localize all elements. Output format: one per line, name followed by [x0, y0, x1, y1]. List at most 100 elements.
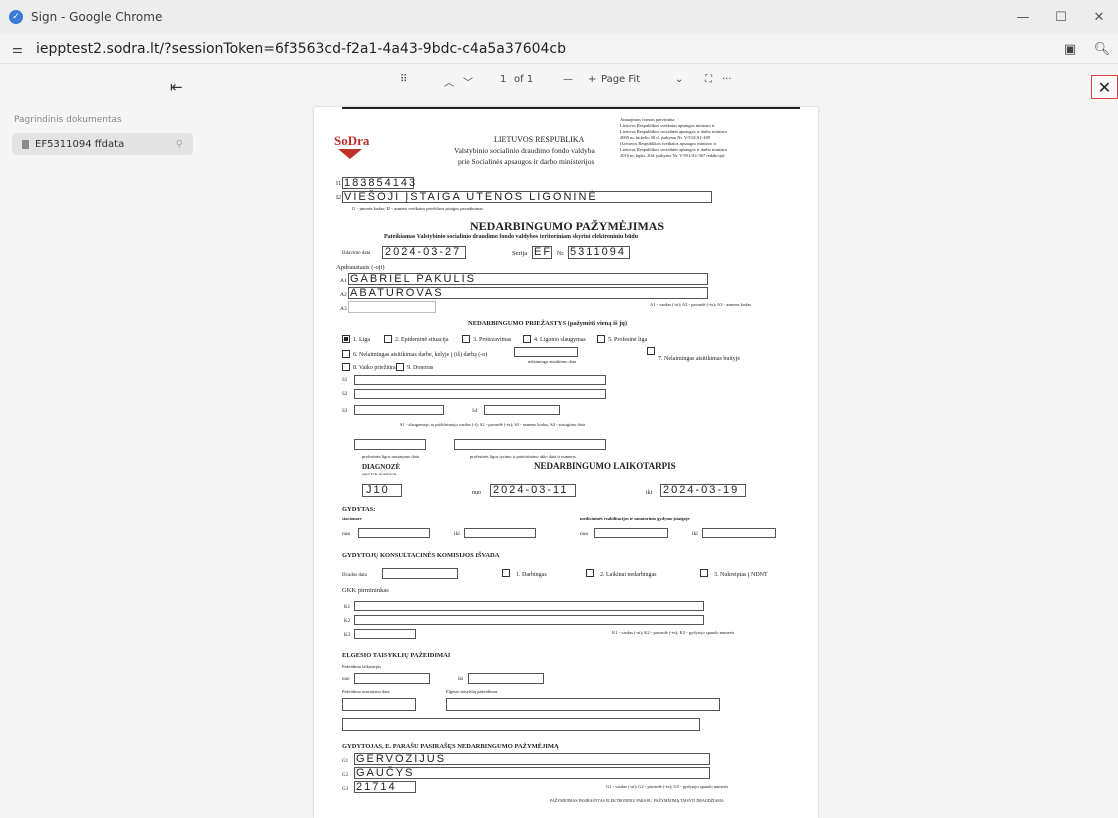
fit-icon[interactable]: ⛶ — [705, 74, 712, 85]
field-gkk-date[interactable] — [382, 568, 458, 579]
window-title: Sign - Google Chrome — [31, 10, 163, 24]
field-g1[interactable]: GERVOZIJUS — [354, 753, 710, 765]
field-k3[interactable] — [354, 629, 416, 639]
field-nr[interactable]: 5311094 — [568, 246, 630, 259]
field-s3[interactable] — [354, 405, 444, 415]
field-i2[interactable]: VIEŠOJI ĮSTAIGA UTENOS LIGONINĖ — [342, 191, 712, 203]
thumbnails-icon[interactable]: ⠿ — [400, 74, 407, 85]
diagnosis-title: DIAGNOZĖ — [362, 463, 401, 471]
series-label: Serija — [512, 250, 528, 257]
sign-title: GYDYTOJAS, E. PARAŠU PASIRAŠĘS NEDARBING… — [342, 743, 559, 750]
period-title: NEDARBINGUMO LAIKOTARPIS — [534, 461, 676, 471]
zoom-out-button[interactable]: — — [563, 74, 573, 85]
field-period-from[interactable]: 2024-03-11 — [490, 484, 576, 497]
app-icon: ✓ — [9, 10, 23, 24]
header-line-1: LIETUVOS RESPUBLIKA — [494, 135, 585, 144]
zoom-in-button[interactable]: + — [588, 74, 596, 85]
field-rehab-from[interactable] — [594, 528, 668, 538]
field-series[interactable]: EF — [532, 246, 552, 259]
header-line-3: prie Socialinės apsaugos ir darbo minist… — [458, 157, 595, 166]
field-s4[interactable] — [484, 405, 560, 415]
page-number-input[interactable]: 1 — [500, 74, 506, 85]
field-i1[interactable]: 183854143 — [342, 177, 415, 189]
checkbox-donor[interactable] — [396, 363, 404, 371]
collapse-sidebar-icon[interactable]: ⇤ — [170, 78, 183, 96]
a-note: A1 - vardas (-ai); A2 - pavardė (-ės); A… — [650, 302, 752, 307]
field-rehab-to[interactable] — [702, 528, 776, 538]
header-line-2: Valstybinio socialinio draudimo fondo va… — [454, 146, 595, 155]
field-period-to[interactable]: 2024-03-19 — [660, 484, 746, 497]
zoom-dropdown-icon[interactable]: ⌄ — [675, 74, 683, 85]
title-bar: ✓ Sign - Google Chrome — ☐ ✕ — [0, 0, 1118, 34]
next-page-icon[interactable]: ﹀ — [463, 74, 473, 89]
form-subtitle: Pateikiamas Valstybinio socialinio draud… — [384, 234, 639, 240]
close-window-button[interactable]: ✕ — [1080, 0, 1118, 34]
field-stat-to[interactable] — [464, 528, 536, 538]
field-viol-date[interactable] — [342, 698, 416, 711]
pin-icon[interactable]: ⚲ — [176, 139, 183, 150]
nr-label: Nr. — [557, 251, 565, 257]
checkbox-home-accident[interactable] — [647, 347, 655, 355]
field-viol-from[interactable] — [354, 673, 430, 684]
translate-icon[interactable]: ▣ — [1054, 42, 1086, 57]
field-g3[interactable]: 21714 — [354, 781, 416, 793]
url-text[interactable]: iepptest2.sodra.lt/?sessionToken=6f3563c… — [36, 41, 566, 57]
field-pl-date[interactable] — [354, 439, 426, 450]
sidebar-item-document[interactable]: EF5311094 ffdata ⚲ — [12, 133, 193, 155]
i-note: I1 - įmonės kodas; I2 - asmens sveikatos… — [352, 206, 483, 211]
site-info-icon[interactable]: ⚌ — [12, 42, 26, 56]
s-note: S1 - slaugomojo ar prižiūrimojo vardas (… — [400, 422, 585, 427]
field-viol-extra[interactable] — [342, 718, 700, 731]
checkbox-temp-incapable[interactable] — [586, 569, 594, 577]
field-a3[interactable] — [348, 301, 436, 313]
checkbox-child-care[interactable] — [342, 363, 350, 371]
field-pl-act[interactable] — [454, 439, 606, 450]
issue-date-label: Išdavimo data — [342, 251, 371, 256]
field-stat-from[interactable] — [358, 528, 430, 538]
top-rule — [342, 107, 800, 109]
approval-block: Atnaujintos formos patvirtinta Lietuvos R… — [620, 117, 727, 158]
checkbox-nursing[interactable] — [523, 335, 531, 343]
checkbox-illness[interactable] — [342, 335, 350, 343]
prev-page-icon[interactable]: ︿ — [444, 74, 454, 89]
checkbox-capable[interactable] — [502, 569, 510, 577]
document-icon — [22, 139, 29, 149]
field-s2[interactable] — [354, 389, 606, 399]
checkbox-epidemic[interactable] — [384, 335, 392, 343]
minimize-button[interactable]: — — [1004, 0, 1042, 34]
field-s1[interactable] — [354, 375, 606, 385]
close-viewer-button[interactable]: ✕ — [1091, 75, 1118, 99]
address-bar: ⚌ iepptest2.sodra.lt/?sessionToken=6f356… — [0, 34, 1118, 64]
sodra-heart-icon — [338, 149, 362, 159]
more-options[interactable]: ··· — [722, 74, 732, 85]
zoom-select[interactable]: Page Fit — [601, 74, 640, 85]
maximize-button[interactable]: ☐ — [1042, 0, 1080, 34]
sidebar: ⇤ Pagrindinis dokumentas EF5311094 ffdat… — [0, 64, 210, 818]
footer-note: PAŽYMĖJIMAS PASIRAŠYTAS ELEKTRONINIU PAR… — [550, 798, 724, 803]
sidebar-item-label: EF5311094 ffdata — [35, 138, 125, 150]
pdf-toolbar: ⠿ ︿ ﹀ 1 of 1 — + Page Fit ⌄ ⛶ ··· — [210, 64, 1118, 96]
checkbox-prosthesis[interactable] — [462, 335, 470, 343]
pdf-page: SoDra LIETUVOS RESPUBLIKA Valstybinio so… — [314, 107, 818, 818]
field-accident-date[interactable] — [514, 347, 578, 357]
checkbox-occupational[interactable] — [597, 335, 605, 343]
field-issue-date[interactable]: 2024-03-27 — [382, 246, 466, 259]
checkbox-work-accident[interactable] — [342, 350, 350, 358]
sidebar-heading: Pagrindinis dokumentas — [14, 115, 122, 125]
zoom-icon[interactable]: 🔍︎ — [1086, 42, 1118, 57]
field-k1[interactable] — [354, 601, 704, 611]
violations-title: ELGESIO TAISYKLIŲ PAŽEIDIMAI — [342, 652, 451, 659]
checkbox-ndnt[interactable] — [700, 569, 708, 577]
field-k2[interactable] — [354, 615, 704, 625]
field-a1[interactable]: GABRIEL PAKULIS — [348, 273, 708, 285]
cause-title: NEDARBINGUMO PRIEŽASTYS (pažymėti vieną … — [468, 320, 628, 327]
gkk-title: GYDYTOJŲ KONSULTACINĖS KOMISIJOS IŠVADA — [342, 552, 500, 559]
field-g2[interactable]: GAUČYS — [354, 767, 710, 779]
field-viol-name[interactable] — [446, 698, 720, 711]
field-a2[interactable]: ABATUROVAS — [348, 287, 708, 299]
insured-label: Apdraustasis (-oji) — [336, 264, 385, 271]
field-diagnosis[interactable]: J10 — [362, 484, 402, 497]
field-viol-to[interactable] — [468, 673, 544, 684]
form-title: NEDARBINGUMO PAŽYMĖJIMAS — [470, 219, 665, 233]
page-count: of 1 — [514, 74, 534, 85]
